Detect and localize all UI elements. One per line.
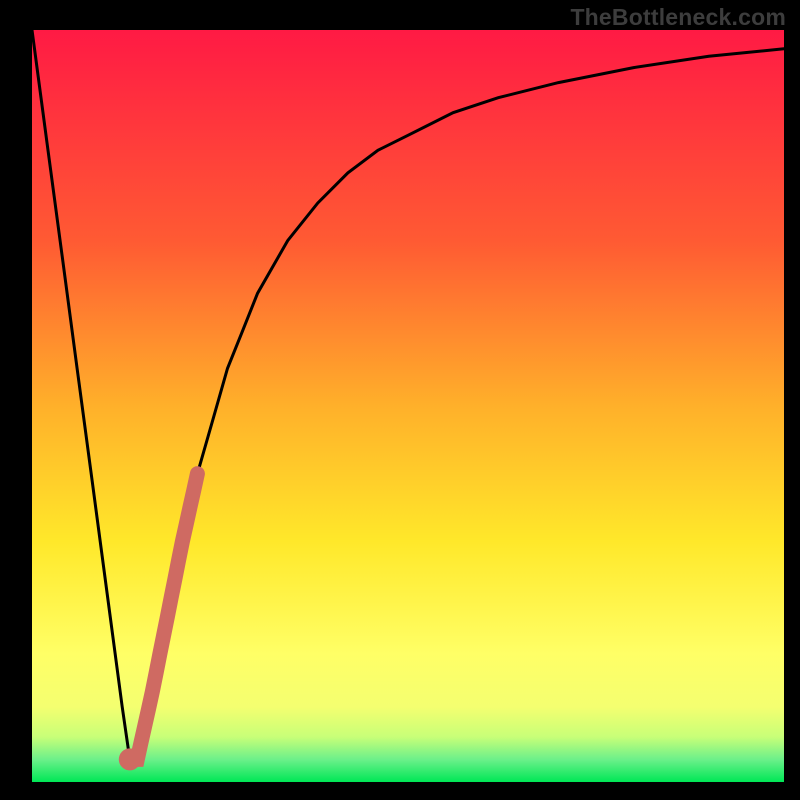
bottleneck-chart-svg: [32, 30, 784, 782]
plot-area: [32, 30, 784, 782]
highlight-dot: [119, 748, 141, 770]
watermark-text: TheBottleneck.com: [570, 4, 786, 31]
gradient-background: [32, 30, 784, 782]
chart-frame: TheBottleneck.com: [0, 0, 800, 800]
